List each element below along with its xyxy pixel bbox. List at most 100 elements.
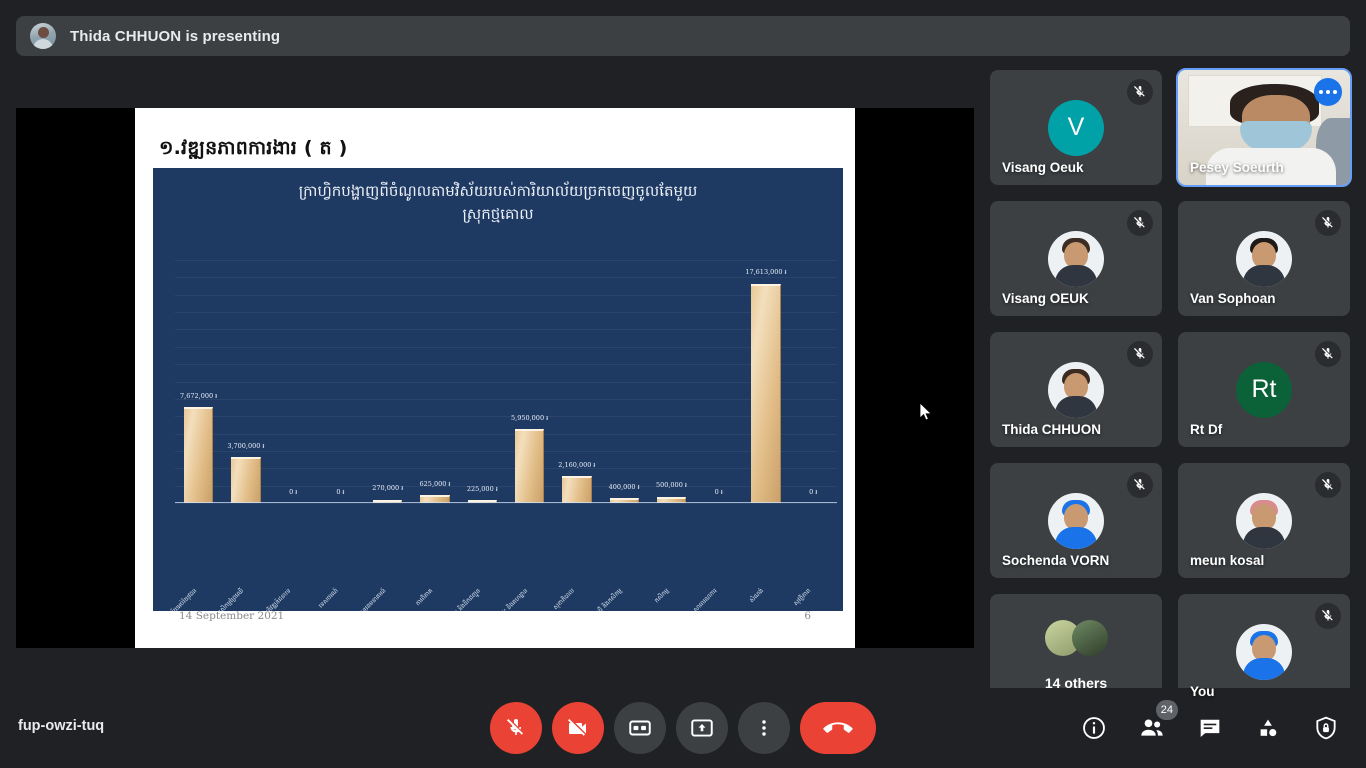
avatar-photo [1048, 361, 1104, 418]
participant-tile[interactable]: Van Sophoan [1178, 201, 1350, 316]
meeting-code: fup-owzi-tuq [18, 718, 105, 734]
x-tick-label: សាធារណការ និងដឹកជញ្ជូន [433, 587, 482, 611]
bar-value-label: 5,950,000 ៛ [511, 413, 549, 422]
tile-more-options-button[interactable] [1314, 78, 1342, 106]
participant-tile[interactable]: Visang OEUK [990, 201, 1162, 316]
bar [514, 428, 545, 503]
bar-slot: 17,613,000 ៛ [742, 260, 789, 503]
info-icon [1083, 717, 1105, 739]
mic-muted-badge [1315, 472, 1341, 498]
mic-muted-badge [1315, 341, 1341, 367]
slide-title: ១.វឌ្ឍនភាពការងារ ( ត ) [159, 137, 348, 159]
participant-name: Pesey Soeurth [1190, 160, 1284, 175]
x-tick-label: ការពិភាគ [414, 587, 435, 608]
show-everyone-button[interactable]: 24 [1134, 700, 1178, 746]
camera-button[interactable] [552, 702, 604, 754]
x-tick-label: សុខាភិបាល [552, 587, 577, 611]
participant-name: Visang Oeuk [1002, 160, 1084, 175]
captions-button[interactable] [614, 702, 666, 754]
x-tick-label: សាធារណការ [691, 587, 719, 611]
bar-value-label: 0 ៛ [289, 487, 298, 496]
mouse-cursor-icon [919, 402, 932, 421]
participant-tile[interactable]: Thida CHHUON [990, 332, 1162, 447]
mic-off-icon [1134, 86, 1145, 97]
shield-lock-icon [1316, 716, 1336, 740]
avatar-photo [1048, 492, 1104, 549]
bar-value-label: 270,000 ៛ [372, 484, 404, 493]
avatar-photo [1236, 230, 1292, 287]
participant-tile[interactable]: Sochenda VORN [990, 463, 1162, 578]
mic-off-icon [1134, 479, 1145, 490]
participant-name: Visang OEUK [1002, 291, 1089, 306]
avatar-photo [1236, 623, 1292, 680]
bottom-toolbar: fup-owzi-tuq 24 [0, 688, 1366, 768]
x-tick-label: អភិវឌ្ឍន៍ជនបទ [263, 587, 293, 611]
bar-slot: 625,000 ៛ [411, 260, 458, 503]
meeting-details-button[interactable] [1076, 710, 1112, 746]
camera-off-icon [568, 719, 586, 736]
host-controls-button[interactable] [1308, 710, 1344, 746]
presenting-banner: Thida CHHUON is presenting [16, 16, 1350, 56]
bar-value-label: 17,613,000 ៛ [745, 268, 787, 277]
mic-muted-badge [1127, 210, 1153, 236]
participant-name: Van Sophoan [1190, 291, 1276, 306]
bar-value-label: 225,000 ៛ [466, 484, 498, 493]
bar [183, 407, 214, 503]
x-tick-label: ប្រៃសណីយ៍ និងទូរគមនាគមន៍ [335, 587, 388, 611]
closed-captions-icon [629, 720, 651, 736]
participant-tile[interactable]: Pesey Soeurth [1176, 68, 1352, 187]
bar-slot: 0 ៛ [270, 260, 317, 503]
avatar-initials: Rt [1236, 361, 1292, 418]
x-tick-label: ទេសចរណ៍ [317, 587, 340, 610]
bar-slot: 0 ៛ [317, 260, 364, 503]
mic-muted-badge [1315, 603, 1341, 629]
leave-call-button[interactable] [800, 702, 876, 754]
participant-count-badge: 24 [1155, 700, 1178, 720]
chat-bubble-icon [1200, 719, 1220, 737]
bar-value-label: 7,672,000 ៛ [180, 392, 218, 401]
bar-value-label: 400,000 ៛ [608, 482, 640, 491]
x-tick-label: ផ្ទះ និងគហដ្ឋាន [499, 587, 529, 611]
mic-off-icon [1134, 348, 1145, 359]
three-dots-vertical-icon [762, 720, 766, 736]
x-tick-label: សុវត្ថិភាព [792, 587, 813, 608]
participant-tile[interactable]: V Visang Oeuk [990, 70, 1162, 185]
bar-slot: 7,672,000 ៛ [175, 260, 222, 503]
mic-off-icon [1322, 348, 1333, 359]
mic-muted-badge [1127, 79, 1153, 105]
slide: ១.វឌ្ឍនភាពការងារ ( ត ) ក្រាហ្វិកបង្ហាញពី… [135, 108, 855, 648]
slide-footer: 14 September 2021 6 [179, 610, 811, 622]
mic-muted-badge [1127, 341, 1153, 367]
more-options-button[interactable] [738, 702, 790, 754]
bar-slot: 5,950,000 ៛ [506, 260, 553, 503]
mic-off-icon [1134, 217, 1145, 228]
avatar-photo [1048, 230, 1104, 287]
present-screen-button[interactable] [676, 702, 728, 754]
bar-slot: 3,700,000 ៛ [222, 260, 269, 503]
microphone-button[interactable] [490, 702, 542, 754]
meet-app: Thida CHHUON is presenting ១.វឌ្ឍនភាពការ… [0, 0, 1366, 768]
bar-value-label: 0 ៛ [714, 487, 723, 496]
bar-value-label: 0 ៛ [809, 487, 818, 496]
chart-bars: 7,672,000 ៛ 3,700,000 ៛ 0 ៛ 0 ៛ 270,000 ៛ 625… [175, 260, 837, 503]
bar [562, 476, 592, 503]
slide-date: 14 September 2021 [179, 610, 285, 622]
participant-tile[interactable]: meun kosal [1178, 463, 1350, 578]
x-tick-label: សំណង់ [748, 587, 766, 605]
x-tick-label: រៀបចំដែនដី និងកសិកម្ម [580, 587, 624, 611]
participant-name: meun kosal [1190, 553, 1265, 568]
activities-button[interactable] [1250, 710, 1286, 746]
participant-tile[interactable]: Rt Rt Df [1178, 332, 1350, 447]
chart-panel: ក្រាហ្វិកបង្ហាញពីចំណូលតាមវិស័យរបស់ការិយា… [153, 168, 843, 611]
present-to-all-icon [691, 719, 713, 737]
presentation-stage[interactable]: ១.វឌ្ឍនភាពការងារ ( ត ) ក្រាហ្វិកបង្ហាញពី… [16, 108, 974, 648]
slide-page-number: 6 [804, 610, 811, 622]
chat-button[interactable] [1192, 710, 1228, 746]
bar-value-label: 500,000 ៛ [655, 481, 687, 490]
bar-value-label: 625,000 ៛ [419, 479, 451, 488]
mic-off-icon [507, 719, 523, 735]
x-tick-label: វិស័យអប់រំយុវជន [166, 587, 198, 611]
bar-value-label: 2,160,000 ៛ [558, 460, 596, 469]
bar-slot: 2,160,000 ៛ [553, 260, 600, 503]
chart-title: ក្រាហ្វិកបង្ហាញពីចំណូលតាមវិស័យរបស់ការិយា… [153, 168, 843, 227]
